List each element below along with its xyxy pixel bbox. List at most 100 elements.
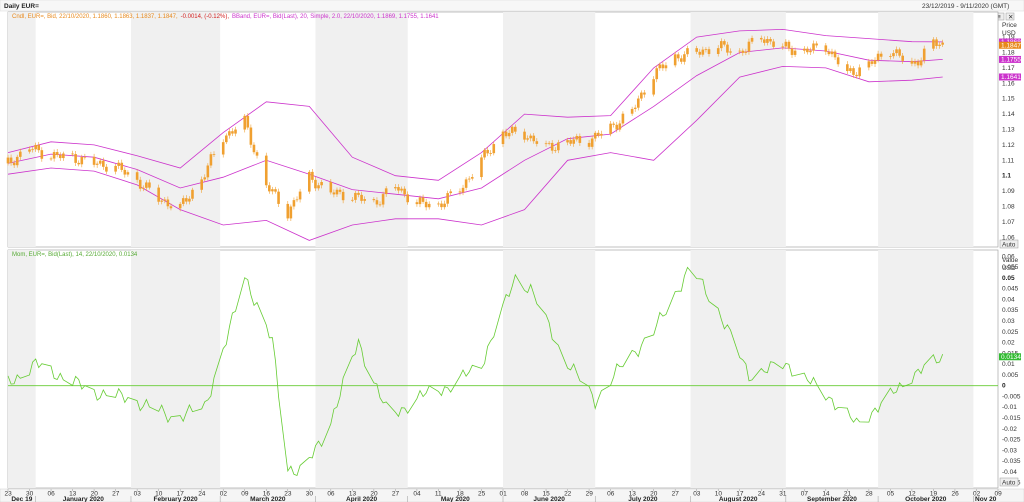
price-tick-label: 1.13 [1002, 127, 1015, 134]
price-tick-label: 1.1 [1002, 173, 1011, 180]
x-month-label: October 2020 [905, 496, 947, 502]
svg-text:Auto: Auto [1002, 480, 1016, 487]
value-tick-label: 0.03 [1002, 318, 1015, 325]
x-month-label: February 2020 [154, 496, 198, 502]
value-tick-label: 0.04 [1002, 296, 1015, 303]
candle [480, 154, 483, 181]
price-tick-label: 1.17 [1002, 65, 1015, 72]
month-band [878, 12, 974, 247]
value-tick-label: 0 [1002, 383, 1006, 390]
price-tick-label: 1.16 [1002, 80, 1015, 87]
price-tick-label: 1.07 [1002, 219, 1015, 226]
value-tick-label: -0.025 [1002, 437, 1021, 444]
month-band [315, 250, 408, 488]
value-tick-label: 0.05 [1002, 275, 1015, 282]
x-month-label: May 2020 [441, 496, 470, 502]
value-tick-label: 0.06 [1002, 253, 1015, 260]
price-badge: 1.1847 [999, 41, 1021, 49]
x-day-tick: 03 [134, 491, 142, 498]
x-day-tick: 25 [478, 491, 486, 498]
price-badge: 1.1755 [999, 55, 1021, 63]
x-day-tick: 05 [887, 491, 895, 498]
svg-text:1.1847: 1.1847 [1001, 42, 1021, 49]
x-day-tick: 27 [392, 491, 400, 498]
price-tick-label: 1.12 [1002, 142, 1015, 149]
x-day-tick: 24 [198, 491, 206, 498]
price-badge: 1.1641 [999, 73, 1021, 81]
x-day-tick: 09 [241, 491, 249, 498]
x-month-label: January 2020 [63, 496, 105, 502]
value-tick-label: 0.02 [1002, 340, 1015, 347]
value-tick-label: 0.055 [1002, 264, 1019, 271]
x-month-label: March 2020 [250, 496, 286, 502]
momentum-badge: 0.0134 [999, 353, 1021, 361]
value-tick-label: 0.045 [1002, 286, 1019, 293]
x-day-tick: 01 [500, 491, 508, 498]
x-month-label: September 2020 [807, 496, 857, 502]
x-day-tick: 03 [693, 491, 701, 498]
value-tick-label: 0.035 [1002, 307, 1019, 314]
month-band [130, 12, 221, 247]
x-month-label: Dec 19 [11, 496, 32, 502]
value-tick-label: -0.03 [1002, 447, 1017, 454]
month-band [503, 12, 596, 247]
x-month-label: Nov 20 [975, 496, 997, 502]
x-day-tick: 27 [112, 491, 120, 498]
x-day-tick: 06 [327, 491, 335, 498]
candle [308, 169, 311, 194]
candle [286, 201, 290, 221]
price-tick-label: 1.15 [1002, 96, 1015, 103]
price-tick-label: 1.14 [1002, 111, 1015, 118]
x-day-tick: 02 [220, 491, 228, 498]
month-band [130, 250, 221, 488]
month-band [503, 250, 596, 488]
value-tick-label: -0.02 [1002, 426, 1017, 433]
svg-text:✕: ✕ [1008, 14, 1013, 21]
x-day-tick: 22 [564, 491, 572, 498]
value-tick-label: -0.005 [1002, 393, 1021, 400]
x-month-label: July 2020 [628, 496, 658, 502]
month-band [8, 250, 36, 488]
price-auto-button[interactable]: Auto [999, 239, 1019, 249]
x-day-tick: 30 [306, 491, 314, 498]
x-day-tick: 29 [586, 491, 594, 498]
price-tick-label: 1.09 [1002, 188, 1015, 195]
candle [264, 152, 268, 188]
value-tick-label: 0.025 [1002, 329, 1019, 336]
x-day-tick: 26 [951, 491, 959, 498]
candle-legend: Cndl, EUR=, Bid, 22/10/2020, 1.1860, 1.1… [12, 14, 439, 20]
x-month-label: August 2020 [719, 496, 758, 502]
price-axis-title: Price [1002, 22, 1017, 29]
x-day-tick: 06 [48, 491, 56, 498]
svg-text:0.0134: 0.0134 [1001, 354, 1021, 361]
x-day-tick: 08 [521, 491, 529, 498]
chart-title: Daily EUR= [4, 3, 39, 10]
value-auto-button[interactable]: Auto [999, 477, 1019, 487]
x-month-label: April 2020 [346, 496, 377, 502]
date-range-label: 23/12/2019 - 9/11/2020 (GMT) [922, 3, 1009, 10]
x-day-tick: 04 [413, 491, 421, 498]
value-tick-label: -0.035 [1002, 458, 1021, 465]
value-tick-label: -0.015 [1002, 415, 1021, 422]
month-band [878, 250, 974, 488]
value-tick-label: -0.01 [1002, 404, 1017, 411]
value-tick-label: 0.01 [1002, 361, 1015, 368]
x-day-tick: 06 [607, 491, 615, 498]
value-tick-label: 0.005 [1002, 372, 1019, 379]
close-icon[interactable]: ✕ [1005, 12, 1015, 21]
value-tick-label: -0.04 [1002, 469, 1017, 476]
momentum-legend: Mom, EUR=, Bid(Last), 14, 22/10/2020, 0.… [12, 252, 138, 258]
month-band [8, 12, 36, 247]
month-band [690, 250, 786, 488]
x-month-label: June 2020 [533, 496, 565, 502]
svg-text:1.1641: 1.1641 [1001, 74, 1021, 81]
eur-chart-canvas: Daily EUR= 23/12/2019 - 9/11/2020 (GMT) … [0, 0, 1024, 502]
svg-text:1.1755: 1.1755 [1001, 56, 1021, 63]
x-day-tick: 24 [758, 491, 766, 498]
month-band [690, 12, 786, 247]
price-tick-label: 1.08 [1002, 204, 1015, 211]
price-tick-label: 1.11 [1002, 157, 1015, 164]
svg-text:Auto: Auto [1002, 242, 1016, 249]
x-day-tick: 28 [865, 491, 873, 498]
x-day-tick: 27 [672, 491, 680, 498]
